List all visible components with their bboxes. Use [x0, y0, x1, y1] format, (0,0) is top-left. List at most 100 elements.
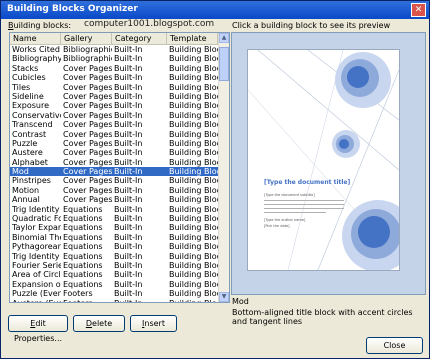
list-cell-name: Cubicles — [12, 73, 46, 83]
list-cell-name: Exposure — [12, 101, 50, 111]
list-cell-category: Built-In — [114, 63, 143, 73]
list-cell-name: Sideline — [12, 91, 44, 101]
list-cell-template: Building Block... — [169, 289, 218, 299]
preview-page: [Type the document title] [Type the docu… — [247, 49, 400, 271]
list-cell-gallery: Cover Pages — [63, 167, 112, 177]
list-cell-gallery: Cover Pages — [63, 148, 112, 158]
edit-properties-button[interactable]: Edit Properties... — [8, 315, 68, 343]
list-item[interactable]: Puzzle Cover PagesBuilt-In Building Block.… — [10, 139, 218, 148]
list-cell-template: Building Block... — [169, 270, 218, 280]
list-item[interactable]: Works CitedBibliographiesBuilt-In Buildin… — [10, 45, 218, 54]
list-cell-name: Expansion of... — [12, 279, 61, 289]
list-item[interactable]: Mod Cover PagesBuilt-In Building Block... — [10, 167, 218, 177]
title-bar[interactable]: Building Blocks Organizer ✕ — [1, 1, 429, 19]
column-header-name[interactable]: Name — [10, 33, 61, 44]
list-scrollbar[interactable]: ▲ ▼ — [218, 33, 229, 302]
preview-text-line — [264, 208, 344, 209]
access-key: B — [8, 21, 14, 30]
list-cell-template: Building Block... — [169, 110, 218, 120]
list-cell-gallery: Cover Pages — [63, 195, 112, 205]
list-item[interactable]: Area of Circle Equations Built-In Building … — [10, 270, 218, 279]
preview-text-line — [264, 204, 344, 205]
list-cell-gallery: Equations — [63, 214, 103, 224]
list-cell-name: Binomial The... — [12, 232, 61, 242]
list-cell-name: Works Cited — [12, 45, 60, 54]
selected-block-description: Bottom-aligned title block with accent c… — [232, 308, 413, 326]
preview-text-line — [264, 200, 344, 201]
list-cell-gallery: Bibliographies — [63, 45, 112, 54]
list-item[interactable]: Puzzle (Even...Footers Built-In Building B… — [10, 289, 218, 298]
list-cell-template: Building Block... — [169, 129, 218, 139]
list-item[interactable]: Alphabet Cover PagesBuilt-In Building Bloc… — [10, 158, 218, 167]
list-cell-name: Puzzle — [12, 138, 38, 148]
list-cell-gallery: Footers — [61, 299, 112, 302]
list-cell-category: Built-In — [114, 242, 143, 252]
list-cell-category: Built-In — [114, 204, 143, 214]
list-item[interactable]: Exposure Cover PagesBuilt-In Building Bloc… — [10, 101, 218, 110]
list-cell-category: Built-In — [114, 289, 143, 299]
close-button[interactable]: Close — [366, 337, 423, 354]
list-item[interactable]: Quadratic Fo...Equations Built-In Building… — [10, 214, 218, 223]
list-item[interactable]: Pinstripes Cover Pages Built-In Building Bl… — [10, 176, 218, 185]
list-cell-name: Contrast — [12, 129, 47, 139]
list-cell-gallery: Equations — [63, 204, 103, 214]
list-cell-name: Stacks — [12, 63, 39, 73]
list-item[interactable]: Annual Cover PagesBuilt-In Building Block.… — [10, 195, 218, 204]
list-cell-name: Transcend — [12, 120, 53, 130]
scroll-thumb[interactable] — [219, 47, 229, 81]
list-cell-template: Building Block... — [169, 204, 218, 214]
list-item[interactable]: Contrast Cover PagesBuilt-In Building Bloc… — [10, 130, 218, 139]
column-header-gallery[interactable]: Gallery — [61, 33, 112, 44]
list-item[interactable]: Fourier SeriesEquations Built-In Building … — [10, 261, 218, 270]
column-header-category[interactable]: Category — [112, 33, 167, 44]
list-cell-name: Bibliography — [12, 54, 61, 64]
list-cell-category: Built-In — [114, 270, 143, 280]
close-icon[interactable]: ✕ — [411, 3, 426, 17]
list-cell-template: Building Block... — [169, 279, 218, 289]
list-cell-category: Built-In — [114, 157, 143, 167]
list-item[interactable]: Stacks Cover PagesBuilt-In Building Block.… — [10, 64, 218, 73]
accent-circles-graphic — [248, 50, 399, 270]
list-item[interactable]: Taylor Expan...Equations Built-In Building… — [10, 223, 218, 232]
list-cell-category: Built-In — [114, 129, 143, 139]
building-blocks-list[interactable]: Name Gallery Category Template Works Cit… — [9, 32, 230, 303]
list-cell-category: Built-In — [114, 138, 143, 148]
list-cell-template: Building Block... — [169, 157, 218, 167]
list-cell-category: Built-In — [112, 299, 167, 302]
list-item[interactable]: Austere (Eve...FootersBuilt-InBuilding B… — [10, 299, 218, 302]
list-item[interactable]: Trig Identity 1Equations Built-In Building… — [10, 252, 218, 261]
list-cell-name: Austere (Eve... — [10, 299, 61, 302]
list-cell-template: Building Block... — [169, 120, 218, 130]
list-item[interactable]: Pythagorean...Equations Built-In Building … — [10, 242, 218, 251]
dialog-title: Building Blocks Organizer — [7, 4, 138, 14]
list-item[interactable]: Tiles Cover PagesBuilt-In Building Block..… — [10, 83, 218, 92]
list-item[interactable]: Conservative Cover Pages Built-In Building … — [10, 111, 218, 120]
list-item[interactable]: Austere Cover PagesBuilt-In Building Block… — [10, 148, 218, 157]
list-item[interactable]: Expansion of...Equations Built-In Building… — [10, 280, 218, 289]
scroll-down-icon[interactable]: ▼ — [219, 292, 229, 302]
delete-button[interactable]: Delete — [73, 315, 125, 332]
list-item[interactable]: Motion Cover PagesBuilt-In Building Block.… — [10, 186, 218, 195]
list-item[interactable]: Cubicles Cover PagesBuilt-In Building Bloc… — [10, 73, 218, 82]
list-cell-category: Built-In — [114, 279, 143, 289]
list-cell-name: Pinstripes — [12, 176, 51, 186]
list-cell-category: Built-In — [114, 45, 143, 54]
list-item[interactable]: Binomial The...Equations Built-In Building… — [10, 233, 218, 242]
list-cell-name: Quadratic Fo... — [12, 214, 61, 224]
scroll-up-icon[interactable]: ▲ — [219, 33, 229, 43]
access-key: I — [142, 319, 145, 328]
insert-button[interactable]: Insert — [130, 315, 177, 332]
list-item[interactable]: BibliographyBibliographiesBuilt-In Buildi… — [10, 54, 218, 63]
list-cell-name: Tiles — [12, 82, 31, 92]
list-cell-template: Building Block... — [169, 91, 218, 101]
column-header-template[interactable]: Template — [167, 33, 218, 44]
list-cell-gallery: Equations — [63, 232, 103, 242]
list-item[interactable]: Sideline Cover PagesBuilt-In Building Bloc… — [10, 92, 218, 101]
list-cell-gallery: Bibliographies — [63, 54, 112, 64]
list-item[interactable]: Transcend Cover Pages Built-In Building Blo… — [10, 120, 218, 129]
list-cell-template: Building Block... — [169, 251, 218, 261]
list-item[interactable]: Trig Identity 2Equations Built-In Building… — [10, 205, 218, 214]
list-cell-template: Building Block... — [169, 223, 218, 233]
list-cell-name: Fourier Series — [12, 260, 61, 270]
list-cell-gallery: Cover Pages — [63, 129, 112, 139]
